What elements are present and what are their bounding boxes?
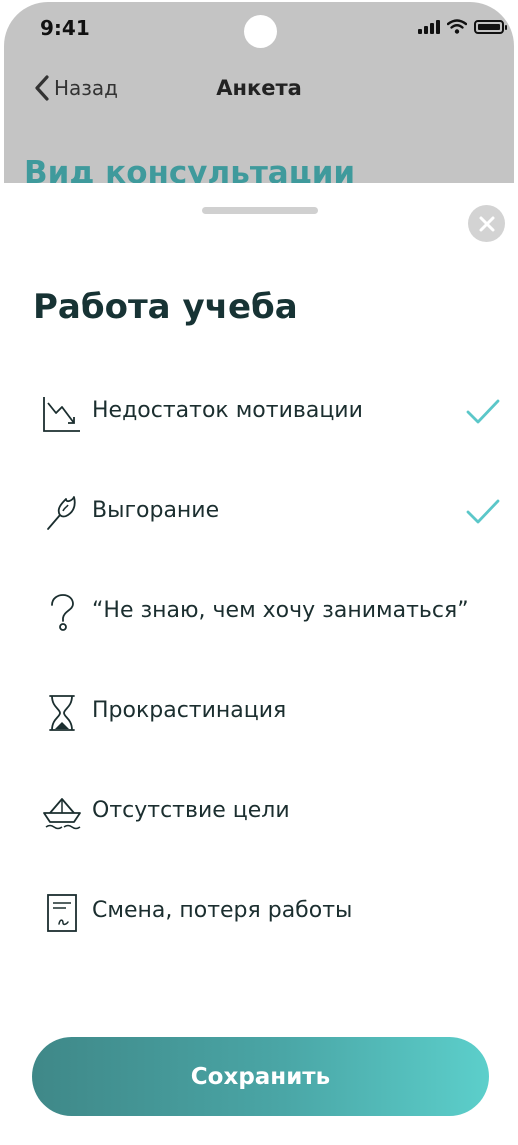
save-button-label: Сохранить	[190, 1063, 331, 1090]
status-bar: 9:41	[4, 2, 514, 58]
option-label: Недостаток мотивации	[92, 398, 363, 423]
option-list: Недостаток мотивации Выгорание “Не знаю,…	[4, 363, 514, 963]
paper-boat-icon	[43, 798, 81, 830]
phone-screen: 9:41 Анкета Назад Вид консультации Работ…	[4, 2, 514, 1143]
save-button[interactable]: Сохранить	[32, 1037, 489, 1116]
option-label: Отсутствие цели	[92, 798, 290, 823]
option-job-change-loss[interactable]: Смена, потеря работы	[4, 863, 514, 963]
option-no-goal[interactable]: Отсутствие цели	[4, 763, 514, 863]
option-burnout[interactable]: Выгорание	[4, 463, 514, 563]
checkmark-icon	[466, 399, 500, 424]
sheet-grabber[interactable]	[202, 207, 318, 214]
option-label: “Не знаю, чем хочу заниматься”	[92, 598, 469, 623]
back-label: Назад	[54, 76, 119, 100]
hourglass-icon	[49, 695, 75, 731]
sheet-title: Работа учеба	[33, 287, 298, 327]
close-button[interactable]	[468, 205, 505, 242]
burned-match-icon	[47, 496, 76, 530]
camera-cutout	[244, 15, 277, 48]
checkmark-icon	[466, 499, 500, 524]
chart-down-icon	[43, 397, 80, 432]
chevron-left-icon	[35, 75, 49, 101]
question-icon	[51, 594, 74, 631]
option-label: Выгорание	[92, 498, 220, 523]
battery-icon	[474, 19, 507, 34]
option-lack-of-motivation[interactable]: Недостаток мотивации	[4, 363, 514, 463]
option-procrastination[interactable]: Прокрастинация	[4, 663, 514, 763]
cellular-signal-icon	[418, 19, 440, 34]
status-time: 9:41	[40, 16, 90, 40]
option-label: Смена, потеря работы	[92, 898, 353, 923]
bottom-sheet: Работа учеба Недостаток мотивации Выгора…	[4, 183, 514, 1143]
back-button[interactable]: Назад	[34, 74, 118, 102]
document-icon	[47, 894, 77, 932]
option-label: Прокрастинация	[92, 698, 287, 723]
option-dont-know-what-to-do[interactable]: “Не знаю, чем хочу заниматься”	[4, 563, 514, 663]
wifi-icon	[447, 19, 467, 34]
status-icons	[418, 19, 507, 34]
navigation-bar: Анкета Назад	[4, 64, 514, 114]
close-icon	[479, 216, 494, 231]
